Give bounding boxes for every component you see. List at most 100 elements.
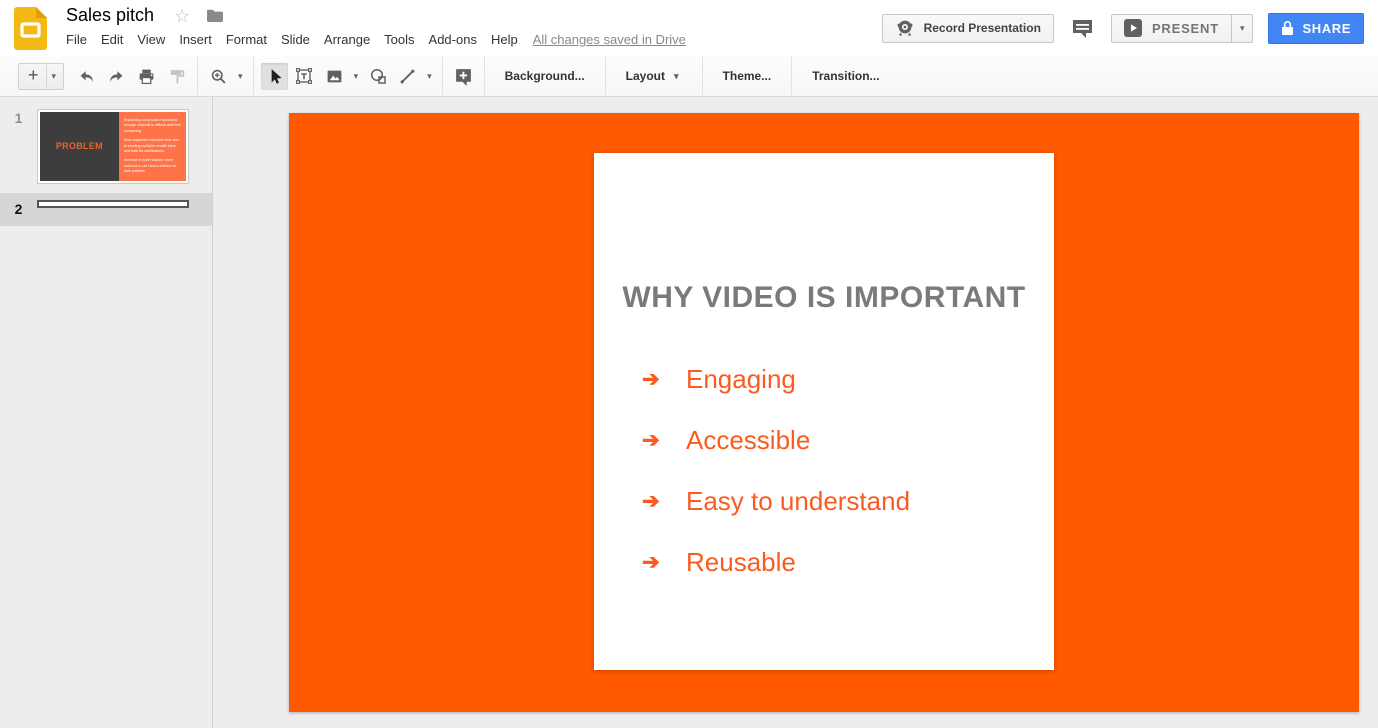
lock-icon <box>1281 20 1294 36</box>
title-area: Sales pitch ☆ File Edit View Insert Form… <box>66 5 686 49</box>
present-button-group: PRESENT ▾ <box>1111 14 1254 43</box>
layout-label: Layout <box>626 69 665 83</box>
current-slide[interactable]: WHY VIDEO IS IMPORTANT ➔ Engaging ➔ Acce… <box>289 113 1359 712</box>
bullet-text[interactable]: Easy to understand <box>686 487 910 517</box>
transition-button[interactable]: Transition... <box>799 56 892 96</box>
slide-bullet-list: ➔ Engaging ➔ Accessible ➔ Easy to unders… <box>642 365 910 578</box>
chevron-down-icon: ▾ <box>1240 23 1245 34</box>
bullet-item[interactable]: ➔ Easy to understand <box>642 487 910 517</box>
bullet-item[interactable]: ➔ Reusable <box>642 548 910 578</box>
layout-button[interactable]: Layout ▾ <box>613 56 695 96</box>
save-status-link[interactable]: All changes saved in Drive <box>533 32 686 47</box>
menu-item-addons[interactable]: Add-ons <box>422 30 484 49</box>
slide-number: 1 <box>0 109 37 126</box>
chevron-down-icon: ▾ <box>354 71 359 81</box>
move-to-folder-button[interactable] <box>206 8 224 23</box>
zoom-button[interactable] <box>205 63 232 90</box>
thumb1-paragraph: Explaining complicated workflows through… <box>124 118 181 134</box>
comment-icon <box>1071 18 1094 39</box>
share-label: SHARE <box>1302 21 1351 36</box>
zoom-in-icon <box>210 68 227 85</box>
chevron-down-icon: ▾ <box>671 71 682 82</box>
slide-canvas-area: WHY VIDEO IS IMPORTANT ➔ Engaging ➔ Acce… <box>213 97 1378 728</box>
image-icon <box>326 68 343 85</box>
toolbar-separator <box>197 56 198 96</box>
menu-item-format[interactable]: Format <box>219 30 274 49</box>
present-button[interactable]: PRESENT <box>1111 14 1232 43</box>
star-icon[interactable]: ☆ <box>174 7 190 25</box>
paint-format-button[interactable] <box>163 63 190 90</box>
menu-item-tools[interactable]: Tools <box>377 30 421 49</box>
bullet-item[interactable]: ➔ Engaging <box>642 365 910 395</box>
undo-button[interactable] <box>73 63 100 90</box>
select-tool-button[interactable] <box>261 63 288 90</box>
slide-filmstrip: 1 PROBLEM Explaining complicated workflo… <box>0 97 213 728</box>
thumb1-title: PROBLEM <box>56 141 103 151</box>
zoom-dropdown[interactable]: ▾ <box>235 71 246 82</box>
line-icon <box>399 68 416 85</box>
new-slide-dropdown[interactable]: ▾ <box>46 65 62 88</box>
toolbar-separator <box>253 56 254 96</box>
arrow-bullet-icon: ➔ <box>642 491 669 512</box>
record-presentation-label: Record Presentation <box>924 21 1041 35</box>
theme-button[interactable]: Theme... <box>710 56 785 96</box>
insert-comment-button[interactable] <box>450 63 477 90</box>
cursor-icon <box>266 68 283 85</box>
google-slides-app: Sales pitch ☆ File Edit View Insert Form… <box>0 0 1378 728</box>
chevron-down-icon: ▾ <box>52 71 57 81</box>
bullet-text[interactable]: Reusable <box>686 548 796 578</box>
bullet-text[interactable]: Accessible <box>686 426 810 456</box>
header: Sales pitch ☆ File Edit View Insert Form… <box>0 0 1378 56</box>
undo-icon <box>78 68 95 85</box>
header-actions: Record Presentation PRESENT <box>882 0 1364 56</box>
bullet-text[interactable]: Engaging <box>686 365 796 395</box>
thumb1-paragraph: Slow response/resolution time due to sen… <box>124 138 181 154</box>
redo-button[interactable] <box>103 63 130 90</box>
slide-content-box[interactable]: WHY VIDEO IS IMPORTANT ➔ Engaging ➔ Acce… <box>594 153 1054 670</box>
print-button[interactable] <box>133 63 160 90</box>
folder-icon <box>206 8 224 23</box>
filmstrip-row-1: 1 PROBLEM Explaining complicated workflo… <box>0 102 212 193</box>
slide-thumbnail-2[interactable]: WHY VIDEO IS IMPORTANT ▪Engaging ▪Access… <box>37 200 189 208</box>
text-box-button[interactable] <box>291 63 318 90</box>
present-label: PRESENT <box>1152 21 1219 36</box>
menu-item-slide[interactable]: Slide <box>274 30 317 49</box>
present-options-button[interactable]: ▾ <box>1232 14 1254 43</box>
menu-item-insert[interactable]: Insert <box>172 30 219 49</box>
chevron-down-icon: ▾ <box>427 71 432 81</box>
toolbar: + ▾ <box>0 56 1378 97</box>
menu-item-file[interactable]: File <box>59 30 94 49</box>
image-dropdown[interactable]: ▾ <box>351 71 362 82</box>
bullet-item[interactable]: ➔ Accessible <box>642 426 910 456</box>
toolbar-separator <box>484 56 485 96</box>
insert-image-button[interactable] <box>321 63 348 90</box>
line-tool-button[interactable] <box>394 63 421 90</box>
shape-icon <box>369 67 387 85</box>
slide-thumbnail-1[interactable]: PROBLEM Explaining complicated workflows… <box>37 109 189 184</box>
toolbar-separator <box>791 56 792 96</box>
menu-item-arrange[interactable]: Arrange <box>317 30 377 49</box>
record-presentation-button[interactable]: Record Presentation <box>882 14 1054 43</box>
paint-roller-icon <box>168 68 185 85</box>
arrow-bullet-icon: ➔ <box>642 369 669 390</box>
filmstrip-row-2: 2 WHY VIDEO IS IMPORTANT ▪Engaging ▪Acce… <box>0 193 212 226</box>
redo-icon <box>108 68 125 85</box>
share-button[interactable]: SHARE <box>1268 13 1364 44</box>
background-button[interactable]: Background... <box>492 56 598 96</box>
arrow-bullet-icon: ➔ <box>642 552 669 573</box>
document-title[interactable]: Sales pitch <box>66 5 154 26</box>
menu-item-edit[interactable]: Edit <box>94 30 130 49</box>
line-dropdown[interactable]: ▾ <box>424 71 435 82</box>
menu-item-view[interactable]: View <box>130 30 172 49</box>
slide-title[interactable]: WHY VIDEO IS IMPORTANT <box>604 281 1044 315</box>
shape-button[interactable] <box>364 63 391 90</box>
slide-number: 2 <box>0 200 37 217</box>
slides-logo-icon[interactable] <box>14 7 47 50</box>
menu-bar: File Edit View Insert Format Slide Arran… <box>59 30 686 49</box>
thumb1-title-panel: PROBLEM <box>40 112 119 181</box>
new-slide-split-button: + ▾ <box>18 63 64 90</box>
menu-item-help[interactable]: Help <box>484 30 525 49</box>
open-comments-button[interactable] <box>1071 18 1094 39</box>
new-slide-button[interactable]: + <box>21 65 46 88</box>
toolbar-separator <box>442 56 443 96</box>
